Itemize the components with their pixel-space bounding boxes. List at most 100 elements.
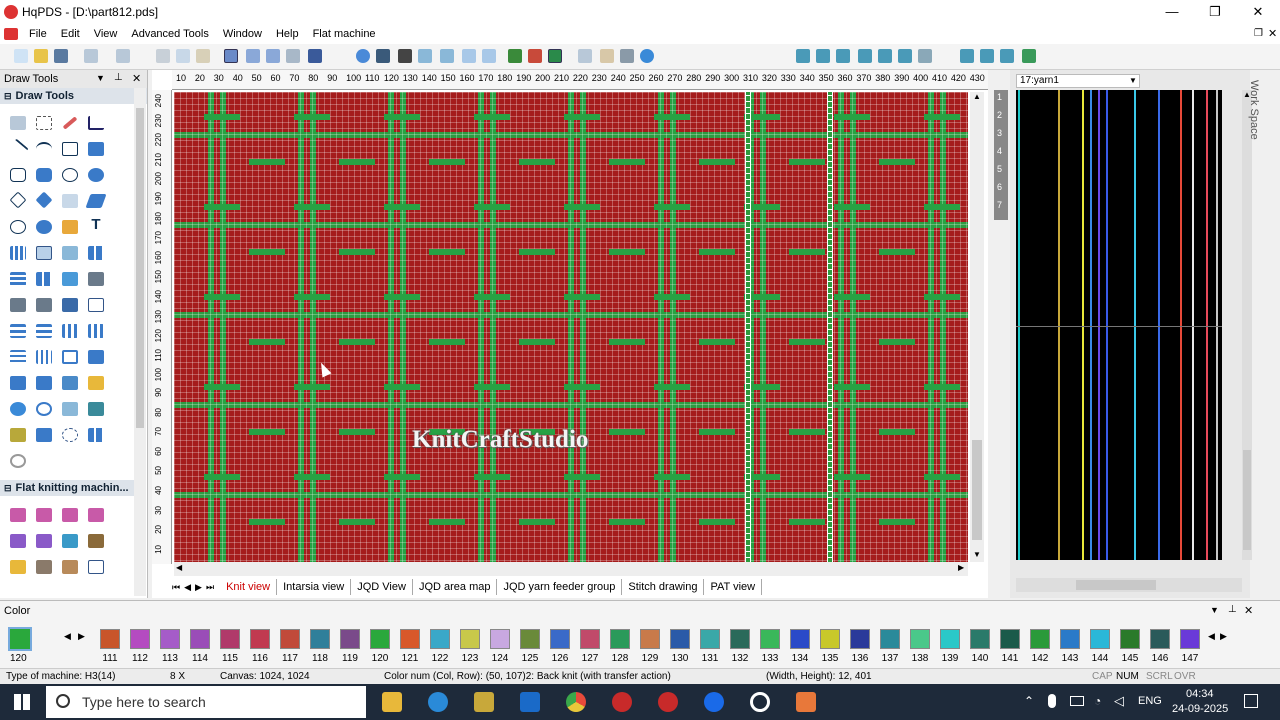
prev-tab-icon[interactable]: ◀ — [184, 582, 191, 593]
machine-icon[interactable] — [620, 49, 634, 63]
filled-ellipse-icon[interactable] — [88, 168, 104, 182]
text-tool-icon[interactable]: T — [88, 217, 104, 232]
minimize-button[interactable]: — — [1150, 0, 1194, 24]
clock-time[interactable]: 04:34 — [1186, 688, 1214, 700]
repeat-icon[interactable] — [898, 49, 912, 63]
color-swatch[interactable] — [460, 629, 480, 649]
tab-knit-view[interactable]: Knit view — [220, 579, 278, 595]
open-folder-icon[interactable] — [34, 49, 48, 63]
select-grid-icon[interactable] — [286, 49, 300, 63]
panel-icon[interactable] — [462, 49, 476, 63]
settings-icon[interactable] — [750, 692, 770, 712]
current-color-swatch[interactable] — [8, 627, 32, 651]
dress-icon[interactable] — [62, 560, 78, 574]
color-swatch[interactable] — [430, 629, 450, 649]
edge-icon[interactable] — [428, 692, 448, 712]
recorder-icon[interactable] — [796, 692, 816, 712]
bars-alt-icon[interactable] — [88, 324, 104, 338]
grid-select-icon[interactable] — [36, 246, 52, 260]
collapse-icon[interactable]: ⊟ — [4, 91, 12, 102]
parallelogram-icon[interactable] — [85, 194, 107, 208]
knit-front-icon[interactable] — [10, 508, 26, 522]
tile-icon[interactable] — [36, 272, 52, 286]
filled-circle-icon[interactable] — [36, 220, 52, 234]
knit-grid-canvas[interactable]: KnitCraftStudio — [174, 92, 968, 562]
color-swatch[interactable] — [1120, 629, 1140, 649]
panel-dropdown-icon[interactable]: ▼ — [96, 73, 105, 83]
pattern-block-icon[interactable] — [36, 560, 52, 574]
rack-icon[interactable] — [36, 534, 52, 548]
pin-icon[interactable]: ⊥ — [114, 72, 123, 83]
color-swatch[interactable] — [280, 629, 300, 649]
color-swatch[interactable] — [340, 629, 360, 649]
bucket-icon[interactable] — [62, 272, 78, 286]
save-icon[interactable] — [54, 49, 68, 63]
rotate-icon[interactable] — [10, 402, 26, 416]
color-swatch[interactable] — [1030, 629, 1050, 649]
language-indicator[interactable]: ENG — [1138, 695, 1162, 707]
line-icon[interactable] — [7, 138, 29, 160]
tab-intarsia-view[interactable]: Intarsia view — [277, 579, 352, 595]
knit-back-icon[interactable] — [36, 508, 52, 522]
settings-gear-icon[interactable] — [356, 49, 370, 63]
rectangle-icon[interactable] — [62, 142, 78, 156]
scissors-icon[interactable] — [398, 49, 412, 63]
battery-icon[interactable] — [1070, 696, 1084, 706]
hand-icon[interactable] — [62, 402, 78, 416]
tool-panel-scrollbar[interactable] — [134, 88, 146, 596]
paste-block-icon[interactable] — [36, 376, 52, 390]
color-swatch[interactable] — [490, 629, 510, 649]
color-swatch[interactable] — [790, 629, 810, 649]
split-icon[interactable] — [88, 246, 104, 260]
matrix-icon[interactable] — [88, 428, 104, 442]
color-pair-icon[interactable] — [528, 49, 542, 63]
copy-icon[interactable] — [176, 49, 190, 63]
menu-view[interactable]: View — [87, 28, 125, 40]
tab-jqd-view[interactable]: JQD View — [351, 579, 413, 595]
yarn-icon[interactable] — [600, 49, 614, 63]
dropper-icon[interactable] — [62, 298, 78, 312]
hqpds-icon[interactable] — [612, 692, 632, 712]
panel-close-icon[interactable]: ✕ — [1244, 604, 1253, 617]
scroll-thumb[interactable] — [136, 108, 144, 428]
frame-tool-icon[interactable] — [62, 350, 78, 364]
clone-icon[interactable] — [88, 298, 104, 312]
rows-icon[interactable] — [10, 272, 26, 286]
pencil-icon[interactable] — [62, 116, 78, 130]
pointer-icon[interactable] — [10, 116, 26, 130]
distribute-v-icon[interactable] — [36, 350, 52, 364]
scroll-thumb[interactable] — [1076, 580, 1156, 590]
chrome-icon[interactable] — [566, 692, 586, 712]
color-scroll-left-icon[interactable]: ◀ — [1208, 631, 1215, 642]
color-swatch[interactable] — [160, 629, 180, 649]
marker-icon[interactable] — [36, 428, 52, 442]
draw-tools-section[interactable]: ⊟ Draw Tools — [0, 88, 147, 104]
align-top-icon[interactable] — [796, 49, 810, 63]
fill-brush-icon[interactable] — [62, 220, 78, 234]
disc-icon[interactable] — [10, 454, 26, 468]
last-tab-icon[interactable]: ⏭ — [206, 582, 214, 593]
marquee-icon[interactable] — [36, 116, 52, 130]
color-swatch[interactable] — [1180, 629, 1200, 649]
wifi-icon[interactable]: ◔ — [1094, 694, 1101, 708]
mdi-restore-icon[interactable]: ❐ — [1254, 28, 1263, 39]
tab-jqd-yarn-feeder-group[interactable]: JQD yarn feeder group — [497, 579, 623, 595]
align-left-icon[interactable] — [10, 324, 26, 338]
lasso-icon[interactable] — [62, 428, 78, 442]
transform-icon[interactable] — [376, 49, 390, 63]
color-swatch[interactable] — [100, 629, 120, 649]
tab-stitch-drawing[interactable]: Stitch drawing — [622, 579, 705, 595]
layer-icon[interactable] — [266, 49, 280, 63]
notification-icon[interactable] — [1244, 694, 1258, 708]
tuck-icon[interactable] — [62, 508, 78, 522]
export-icon[interactable] — [960, 49, 974, 63]
link-icon[interactable] — [482, 49, 496, 63]
color-swatch[interactable] — [640, 629, 660, 649]
map-icon[interactable] — [88, 402, 104, 416]
panel-dropdown-icon[interactable]: ▼ — [1210, 605, 1219, 615]
needle-icon[interactable] — [578, 49, 592, 63]
first-tab-icon[interactable]: ⏮ — [172, 582, 180, 593]
mirror-icon[interactable] — [308, 49, 322, 63]
color-swatch[interactable] — [880, 629, 900, 649]
yarn-horizontal-scrollbar[interactable] — [1016, 578, 1242, 592]
